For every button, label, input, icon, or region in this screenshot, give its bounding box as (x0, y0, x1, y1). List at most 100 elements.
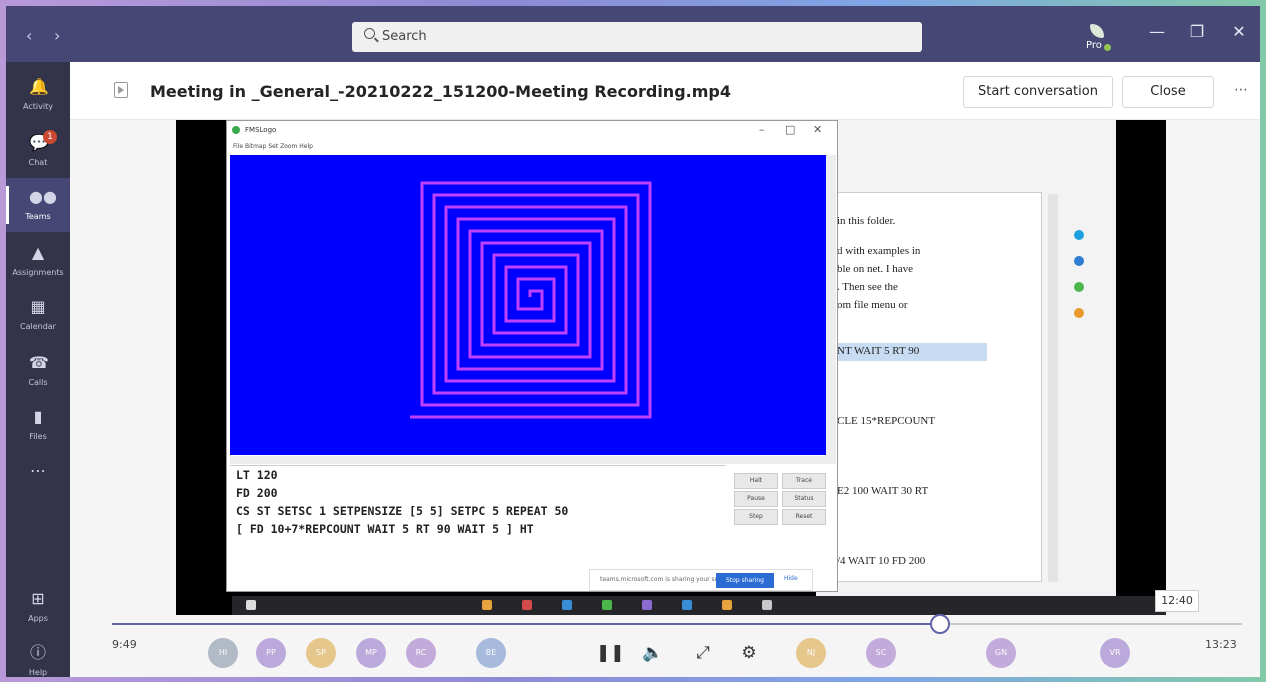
document-sidebar (1066, 210, 1096, 590)
taskbar-app-icon (562, 600, 572, 610)
recording-header: Meeting in _General_-20210222_151200-Mee… (70, 62, 1260, 120)
drawing-canvas (230, 155, 826, 455)
logo-menu-bar: File Bitmap Set Zoom Help (233, 143, 313, 150)
logo-app-icon (232, 126, 240, 134)
maximize-icon: □ (785, 123, 796, 136)
total-time: 13:23 (1205, 638, 1237, 651)
rail-item-files[interactable]: ▮ Files (6, 398, 70, 452)
search-icon (364, 28, 375, 39)
calendar-icon: ▦ (30, 297, 46, 316)
participant-avatar: BE (476, 638, 506, 668)
close-window-icon[interactable]: ✕ (1224, 22, 1254, 48)
participant-avatar: NJ (796, 638, 826, 668)
rail-item-help[interactable]: ⓘ Help (6, 634, 70, 678)
rail-item-assignments[interactable]: ▲ Assignments (6, 234, 70, 288)
doc-line: NT WAIT 5 RT 90 (837, 345, 920, 357)
forward-icon[interactable]: › (54, 26, 60, 45)
spiral-drawing (410, 181, 652, 419)
stop-sharing-button: Stop sharing (716, 573, 774, 588)
player-area: in this folder. d with examples in ble o… (70, 120, 1260, 677)
rail-item-apps[interactable]: ⊞ Apps (6, 580, 70, 634)
participant-avatar: PP (256, 638, 286, 668)
more-options-icon[interactable]: ⋯ (1234, 82, 1248, 98)
doc-line: d with examples in (837, 245, 921, 257)
document-page: in this folder. d with examples in ble o… (836, 192, 1042, 582)
more-icon: ⋯ (30, 461, 46, 480)
logo-title-bar: FMSLogo – □ ✕ (227, 121, 837, 141)
doc-line: /4 WAIT 10 FD 200 (837, 555, 926, 567)
video-frame[interactable]: in this folder. d with examples in ble o… (176, 120, 1166, 615)
rail-label: Help (28, 668, 48, 677)
doc-line: E2 100 WAIT 30 RT (837, 485, 929, 497)
start-icon (246, 600, 256, 610)
phone-icon: ☎ (29, 353, 49, 372)
document-window: in this folder. d with examples in ble o… (816, 120, 1116, 600)
code-line: LT 120 (236, 468, 278, 482)
app-icon (1074, 282, 1084, 292)
hide-link: Hide (784, 575, 798, 582)
unread-badge: 1 (43, 130, 57, 144)
doc-line: in this folder. (837, 215, 896, 227)
search-input[interactable]: Search (352, 22, 922, 52)
settings-gear-icon[interactable]: ⚙ (736, 640, 762, 666)
rail-label: Assignments (12, 268, 64, 277)
pause-icon[interactable]: ❚❚ (596, 640, 625, 666)
presence-dot (1104, 44, 1111, 51)
canvas-hscrollbar (230, 456, 826, 464)
rail-item-calendar[interactable]: ▦ Calendar (6, 288, 70, 342)
app-rail: 🔔 Activity 💬 1 Chat ●● Teams ▲ Assignmen… (6, 62, 70, 677)
doc-line: . Then see the (837, 281, 898, 293)
logo-app-title: FMSLogo (245, 126, 277, 134)
pause-button: Pause (734, 491, 778, 507)
profile-avatar[interactable]: Pro (1084, 22, 1111, 56)
close-button[interactable]: Close (1122, 76, 1214, 108)
app-icon (1074, 256, 1084, 266)
logo-button-panel: Halt Trace Pause Status Step Reset (734, 473, 830, 533)
assignments-icon: ▲ (31, 243, 45, 262)
start-conversation-button[interactable]: Start conversation (963, 76, 1113, 108)
screen-frame: ‹ › Search Pro — ❐ ✕ 🔔 Activity 💬 1 Chat… (0, 0, 1266, 682)
minimize-icon: – (759, 123, 765, 136)
hover-time-tooltip: 12:40 (1155, 590, 1199, 612)
rail-item-activity[interactable]: 🔔 Activity (6, 68, 70, 122)
taskbar-app-icon (482, 600, 492, 610)
square-spiral (410, 181, 652, 419)
reset-button: Reset (782, 509, 826, 525)
teams-icon: ●● (29, 187, 57, 206)
file-icon: ▮ (33, 407, 43, 426)
app-icon (1074, 308, 1084, 318)
code-line: CS ST SETSC 1 SETPENSIZE [5 5] SETPC 5 R… (236, 504, 569, 518)
seek-bar[interactable] (112, 614, 1242, 634)
halt-button: Halt (734, 473, 778, 489)
taskbar-app-icon (522, 600, 532, 610)
page-title: Meeting in _General_-20210222_151200-Mee… (150, 82, 731, 101)
app-icon (1074, 230, 1084, 240)
seek-fill (112, 623, 941, 625)
rail-item-teams[interactable]: ●● Teams (6, 178, 70, 232)
back-icon[interactable]: ‹ (26, 26, 32, 45)
fullscreen-icon[interactable]: ⤢ (690, 640, 716, 666)
rail-label: Teams (25, 212, 51, 221)
more-apps-button[interactable]: ⋯ (6, 458, 70, 512)
title-bar: ‹ › Search Pro — ❐ ✕ (6, 6, 1260, 62)
maximize-icon[interactable]: ❐ (1182, 22, 1212, 48)
profile-label: Pro (1086, 40, 1102, 51)
rail-label: Chat (28, 158, 48, 167)
search-placeholder: Search (382, 29, 427, 44)
teams-window: ‹ › Search Pro — ❐ ✕ 🔔 Activity 💬 1 Chat… (6, 6, 1260, 677)
trace-button: Trace (782, 473, 826, 489)
participant-avatar: VR (1100, 638, 1130, 668)
rail-item-calls[interactable]: ☎ Calls (6, 344, 70, 398)
elapsed-time: 9:49 (112, 638, 137, 651)
minimize-icon[interactable]: — (1142, 22, 1172, 48)
volume-icon[interactable]: 🔈 (640, 640, 666, 666)
code-line: [ FD 10+7*REPCOUNT WAIT 5 RT 90 WAIT 5 ]… (236, 522, 534, 536)
rail-item-chat[interactable]: 💬 1 Chat (6, 124, 70, 178)
participant-avatar: HI (208, 638, 238, 668)
doc-line: CLE 15*REPCOUNT (837, 415, 936, 427)
close-icon: ✕ (813, 123, 823, 136)
rail-label: Calendar (20, 322, 56, 331)
rail-label: Files (29, 432, 47, 441)
doc-line: om file menu or (837, 299, 908, 311)
windows-taskbar (232, 596, 1166, 615)
